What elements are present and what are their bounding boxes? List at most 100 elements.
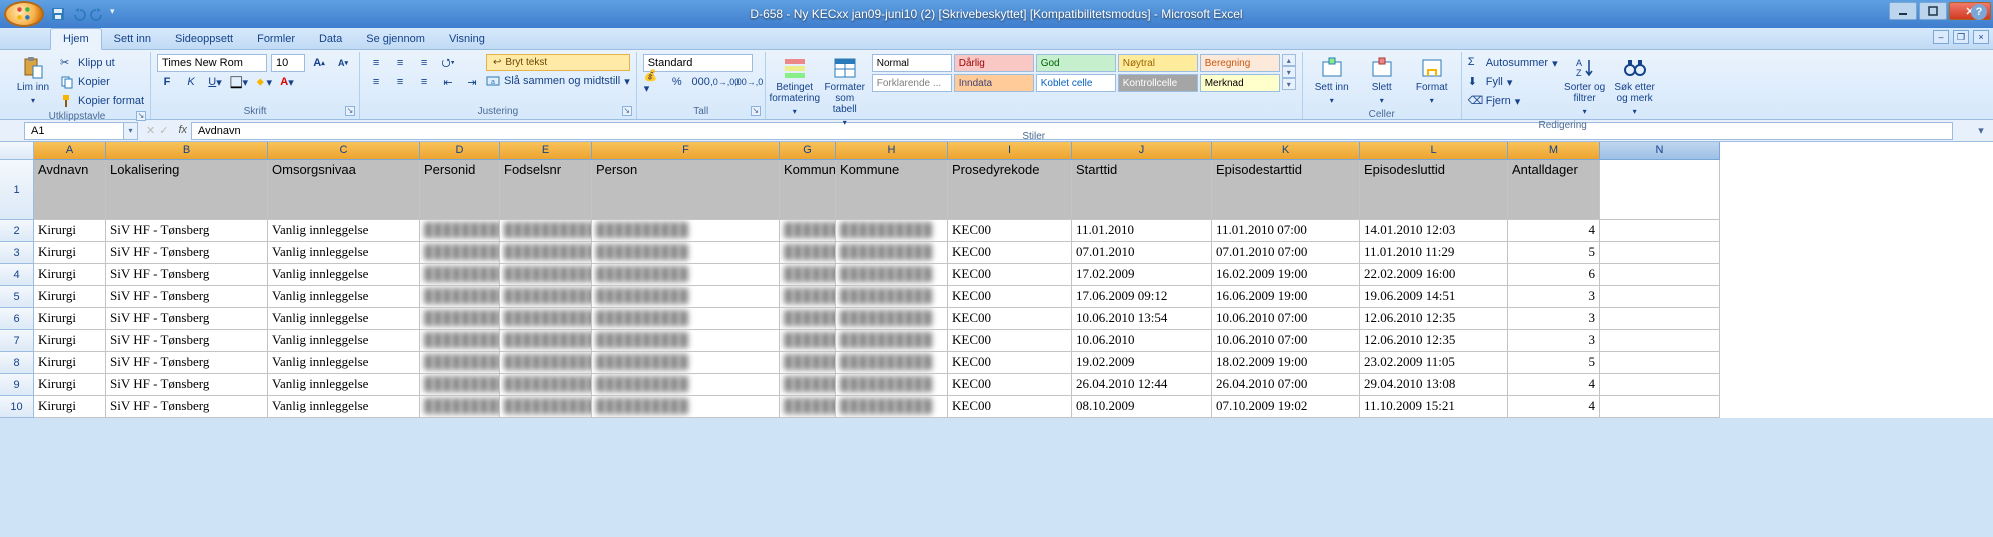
data-cell[interactable]: 22.02.2009 16:00 [1360, 264, 1508, 286]
style-gallery-down[interactable]: ▾ [1282, 66, 1296, 78]
enter-formula-icon[interactable]: ✓ [159, 124, 168, 137]
data-cell[interactable]: 16.02.2009 19:00 [1212, 264, 1360, 286]
row-header[interactable]: 10 [0, 396, 34, 418]
header-cell[interactable]: Antalldager [1508, 160, 1600, 220]
style-cell[interactable]: Nøytral [1118, 54, 1198, 72]
mdi-minimize-button[interactable]: – [1933, 30, 1949, 44]
data-cell[interactable]: ██████████ [420, 352, 500, 374]
column-header[interactable]: M [1508, 142, 1600, 160]
fill-color-button[interactable]: ▾ [253, 73, 273, 91]
undo-icon[interactable] [70, 6, 86, 22]
data-cell[interactable]: SiV HF - Tønsberg [106, 330, 268, 352]
data-cell[interactable]: ██████████ [592, 396, 780, 418]
data-cell[interactable]: Vanlig innleggelse [268, 264, 420, 286]
column-header[interactable]: N [1600, 142, 1720, 160]
dialog-launcher-number[interactable]: ↘ [751, 106, 761, 116]
data-cell[interactable]: 14.01.2010 12:03 [1360, 220, 1508, 242]
data-cell[interactable]: 26.04.2010 07:00 [1212, 374, 1360, 396]
data-cell[interactable]: ██████████ [592, 330, 780, 352]
data-cell[interactable]: 07.01.2010 [1072, 242, 1212, 264]
accounting-format-button[interactable]: 💰▾ [643, 73, 663, 91]
format-as-table-button[interactable]: Formater som tabell▾ [822, 54, 868, 130]
font-size-input[interactable] [271, 54, 305, 72]
data-cell[interactable]: 17.06.2009 09:12 [1072, 286, 1212, 308]
data-cell[interactable]: 3 [1508, 286, 1600, 308]
data-cell[interactable]: 07.10.2009 19:02 [1212, 396, 1360, 418]
tab-settinn[interactable]: Sett inn [102, 29, 163, 49]
data-cell[interactable]: SiV HF - Tønsberg [106, 220, 268, 242]
data-cell[interactable]: SiV HF - Tønsberg [106, 308, 268, 330]
data-cell[interactable]: ██████████ [780, 242, 836, 264]
data-cell[interactable]: SiV HF - Tønsberg [106, 286, 268, 308]
dialog-launcher-font[interactable]: ↘ [345, 106, 355, 116]
tab-segjennom[interactable]: Se gjennom [354, 29, 437, 49]
data-cell[interactable]: ██████████ [500, 352, 592, 374]
dialog-launcher-clipboard[interactable]: ↘ [136, 111, 146, 121]
tab-sideoppsett[interactable]: Sideoppsett [163, 29, 245, 49]
bold-button[interactable]: F [157, 73, 177, 91]
column-header[interactable]: H [836, 142, 948, 160]
find-select-button[interactable]: Søk etter og merk▾ [1612, 54, 1658, 119]
data-cell[interactable]: ██████████ [592, 286, 780, 308]
data-cell[interactable]: Vanlig innleggelse [268, 374, 420, 396]
align-right-button[interactable]: ≡ [414, 73, 434, 91]
data-cell[interactable]: ██████████ [500, 286, 592, 308]
data-cell[interactable] [1600, 396, 1720, 418]
data-cell[interactable]: ██████████ [836, 286, 948, 308]
column-header[interactable]: B [106, 142, 268, 160]
data-cell[interactable] [1600, 374, 1720, 396]
data-cell[interactable]: ██████████ [836, 220, 948, 242]
data-cell[interactable]: Vanlig innleggelse [268, 352, 420, 374]
data-cell[interactable]: 17.02.2009 [1072, 264, 1212, 286]
sort-filter-button[interactable]: AZSorter og filtrer▾ [1562, 54, 1608, 119]
data-cell[interactable]: 07.01.2010 07:00 [1212, 242, 1360, 264]
format-cells-button[interactable]: Format▾ [1409, 54, 1455, 108]
tab-visning[interactable]: Visning [437, 29, 497, 49]
paste-button[interactable]: Lim inn ▾ [10, 54, 56, 108]
data-cell[interactable]: Kirurgi [34, 220, 106, 242]
align-center-button[interactable]: ≡ [390, 73, 410, 91]
header-cell[interactable]: Prosedyrekode [948, 160, 1072, 220]
data-cell[interactable] [1600, 330, 1720, 352]
orientation-button[interactable]: ⭯▾ [438, 54, 458, 72]
row-header[interactable]: 8 [0, 352, 34, 374]
minimize-button[interactable] [1889, 2, 1917, 20]
data-cell[interactable]: Vanlig innleggelse [268, 396, 420, 418]
comma-format-button[interactable]: 000 [691, 73, 711, 91]
data-cell[interactable]: 11.01.2010 [1072, 220, 1212, 242]
data-cell[interactable]: Kirurgi [34, 330, 106, 352]
data-cell[interactable]: ██████████ [500, 374, 592, 396]
data-cell[interactable] [1600, 264, 1720, 286]
data-cell[interactable]: 11.10.2009 15:21 [1360, 396, 1508, 418]
tab-data[interactable]: Data [307, 29, 354, 49]
data-cell[interactable]: SiV HF - Tønsberg [106, 396, 268, 418]
data-cell[interactable]: Vanlig innleggelse [268, 330, 420, 352]
help-icon[interactable]: ? [1971, 4, 1987, 20]
header-cell[interactable] [1600, 160, 1720, 220]
data-cell[interactable]: 19.06.2009 14:51 [1360, 286, 1508, 308]
style-cell[interactable]: Koblet celle [1036, 74, 1116, 92]
data-cell[interactable]: KEC00 [948, 352, 1072, 374]
column-header[interactable]: J [1072, 142, 1212, 160]
data-cell[interactable]: Kirurgi [34, 242, 106, 264]
data-cell[interactable]: Kirurgi [34, 308, 106, 330]
data-cell[interactable]: ██████████ [780, 220, 836, 242]
data-cell[interactable] [1600, 352, 1720, 374]
data-cell[interactable]: ██████████ [780, 396, 836, 418]
header-cell[interactable]: Kommune [836, 160, 948, 220]
formula-bar-expand[interactable]: ▾ [1973, 123, 1989, 139]
data-cell[interactable]: ██████████ [420, 286, 500, 308]
data-cell[interactable]: 10.06.2010 07:00 [1212, 330, 1360, 352]
wrap-text-button[interactable]: ↩Bryt tekst [486, 54, 630, 71]
data-cell[interactable]: ██████████ [836, 308, 948, 330]
data-cell[interactable]: 3 [1508, 330, 1600, 352]
data-cell[interactable]: 11.01.2010 07:00 [1212, 220, 1360, 242]
header-cell[interactable]: Person [592, 160, 780, 220]
style-cell[interactable]: God [1036, 54, 1116, 72]
column-header[interactable]: F [592, 142, 780, 160]
data-cell[interactable]: 12.06.2010 12:35 [1360, 308, 1508, 330]
header-cell[interactable]: Lokalisering [106, 160, 268, 220]
align-left-button[interactable]: ≡ [366, 73, 386, 91]
data-cell[interactable]: 4 [1508, 396, 1600, 418]
redo-icon[interactable] [90, 6, 106, 22]
